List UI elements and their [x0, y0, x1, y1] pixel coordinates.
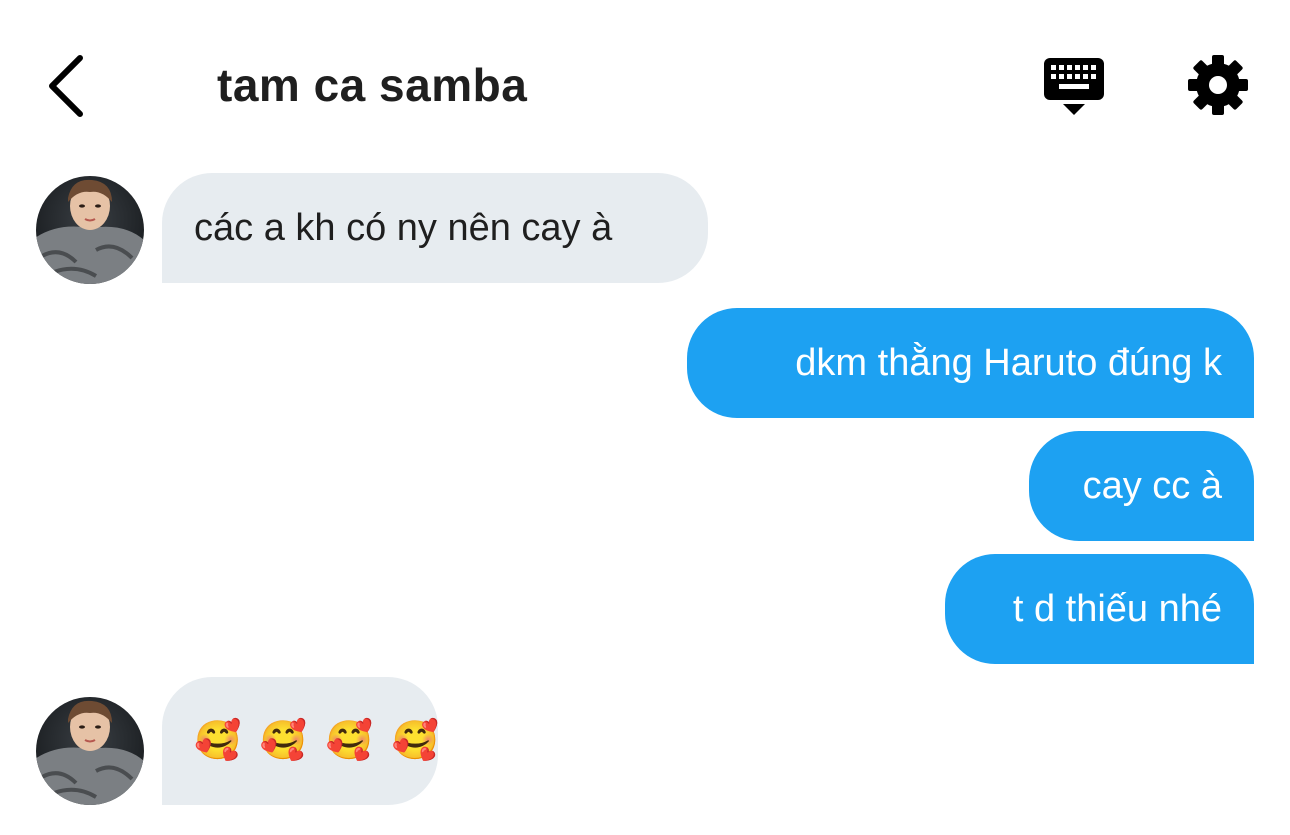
- keyboard-icon: [1044, 58, 1104, 115]
- back-button[interactable]: [36, 46, 96, 126]
- message-bubble-outgoing[interactable]: cay cc à: [1029, 431, 1254, 541]
- message-text: cay cc à: [1082, 464, 1222, 507]
- message-text: các a kh có ny nên cay à: [194, 206, 613, 249]
- message-bubble-incoming[interactable]: 🥰 🥰 🥰 🥰: [162, 677, 439, 805]
- message-text: dkm thằng Haruto đúng k: [795, 341, 1222, 384]
- avatar[interactable]: [36, 697, 144, 805]
- keyboard-button[interactable]: [1040, 54, 1110, 120]
- conversation-header: tam ca samba: [0, 0, 1290, 160]
- avatar-photo: [36, 176, 144, 284]
- avatar[interactable]: [36, 176, 144, 284]
- message-emoji: 🥰 🥰 🥰 🥰: [194, 720, 443, 762]
- chevron-left-icon: [49, 55, 83, 117]
- gear-icon: [1188, 55, 1248, 115]
- conversation-title: tam ca samba: [217, 59, 528, 111]
- message-bubble-outgoing[interactable]: dkm thằng Haruto đúng k: [687, 308, 1254, 418]
- avatar-photo: [36, 697, 144, 805]
- message-bubble-outgoing[interactable]: t d thiếu nhé: [945, 554, 1254, 664]
- message-text: t d thiếu nhé: [1012, 587, 1222, 630]
- message-bubble-incoming[interactable]: các a kh có ny nên cay à: [162, 173, 708, 283]
- settings-button[interactable]: [1185, 52, 1251, 118]
